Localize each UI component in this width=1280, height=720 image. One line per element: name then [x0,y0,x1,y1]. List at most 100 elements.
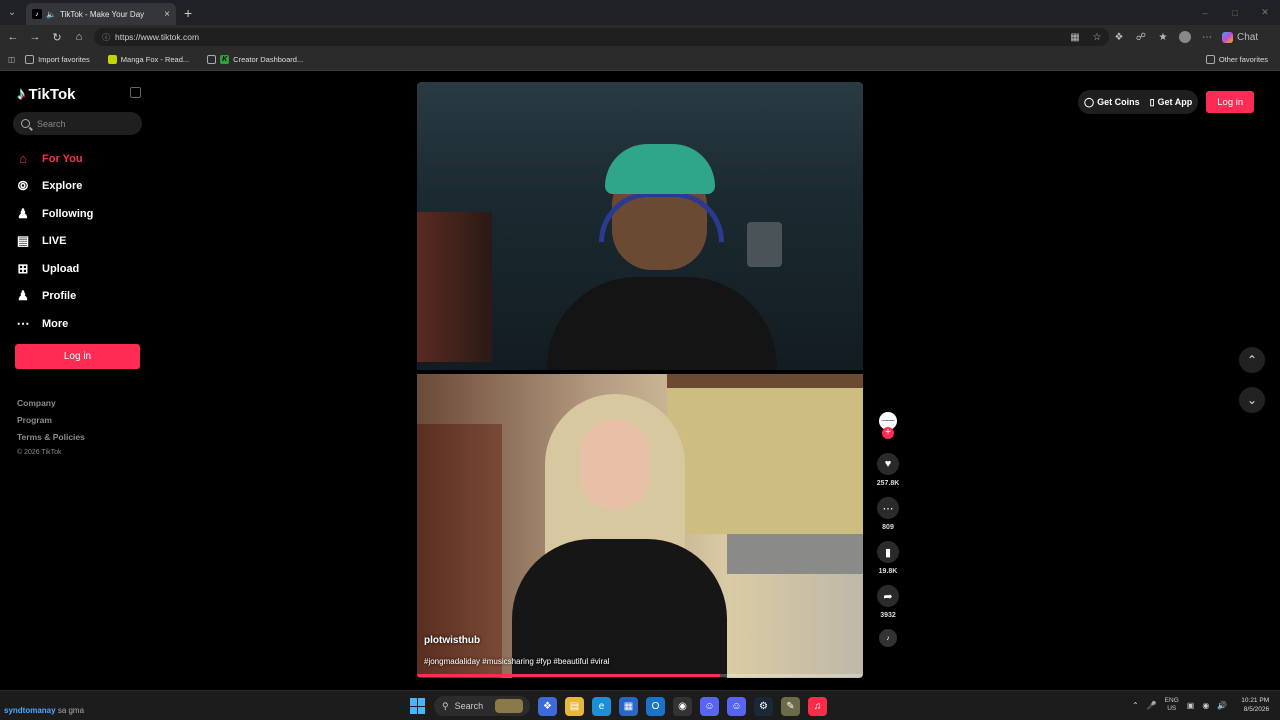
file-explorer-icon[interactable]: ▤ [565,696,584,716]
tiktok-favicon-icon: ♪ [32,9,42,19]
edge-icon[interactable]: e [592,696,611,716]
following-icon: ♟ [17,205,29,221]
sidebar-item-label: Profile [42,290,77,303]
tab-title: TikTok - Make Your Day [59,9,145,19]
sidebar-item-label: For You [42,152,83,165]
browser-essentials-icon[interactable]: ☍ [1130,32,1152,43]
music-icon[interactable]: ♫ [808,696,827,716]
video-player[interactable]: plotwisthub #jongmadaliday #musicsharing… [417,82,863,678]
forward-icon[interactable]: → [24,25,46,49]
sound-disc-icon[interactable]: ♪ [879,629,897,647]
favorite-star-icon[interactable]: ☆ [1086,32,1108,43]
get-coins-button[interactable]: ◯ Get Coins [1084,97,1140,108]
favorites-icon[interactable]: ★ [1152,32,1174,43]
close-window-icon[interactable]: ✕ [1250,0,1280,25]
maximize-icon[interactable]: □ [1220,0,1250,25]
sidebar-item-live[interactable]: ▤ LIVE [15,228,93,256]
clock-time: 10:21 PM [1241,697,1270,704]
volume-icon[interactable]: 🔊 [1217,701,1227,710]
comment-count: 809 [882,524,894,531]
display-icon[interactable]: ▣ [1187,701,1195,710]
browser-toolbar-right: ▦ ☆ ❖ ☍ ★ ⋯ Chat [1064,25,1258,49]
share-action[interactable]: ➦ 3932 [877,585,899,619]
tray-overflow-icon[interactable]: ⌃ [1132,701,1139,710]
video-scene-shape [547,277,777,377]
taskbar-search[interactable]: ⚲ Search [434,696,530,716]
weather-widget[interactable]: syndtomanay sa gma [4,706,84,715]
search-input[interactable]: Search [13,112,142,135]
favorite-import[interactable]: Import favorites [25,55,90,64]
extensions-icon[interactable]: ❖ [1108,32,1130,43]
site-info-icon[interactable]: ⓘ [102,32,110,43]
like-action[interactable]: ♥ 257.8K [876,453,900,487]
discord-icon[interactable]: ☺ [700,696,719,716]
chat-label: Chat [1237,31,1259,43]
header-login-button[interactable]: Log in [1206,91,1255,113]
previous-video-chevron-up-icon[interactable]: ⌃ [1239,347,1265,373]
collapse-sidebar-icon[interactable] [130,87,141,98]
home-icon: ⌂ [19,151,27,167]
video-username[interactable]: plotwisthub [424,635,609,646]
video-hashtags[interactable]: #jongmadaliday #musicsharing #fyp #beaut… [424,657,609,666]
next-video-chevron-down-icon[interactable]: ⌄ [1239,387,1265,413]
browser-tab[interactable]: ♪ 🔈 TikTok - Make Your Day × [26,3,176,25]
microphone-icon[interactable]: 🎤 [1147,701,1157,710]
audio-icon[interactable]: 🔈 [46,10,56,19]
get-coins-label: Get Coins [1097,97,1140,107]
sidebar-item-profile[interactable]: ♟ Profile [15,283,93,311]
outlook-icon[interactable]: O [646,696,665,716]
home-browser-icon[interactable]: ⌂ [68,25,90,49]
sidebar-item-upload[interactable]: ⊞ Upload [15,255,93,283]
chrome-icon[interactable]: ◉ [673,696,692,716]
favorite-label: Creator Dashboard... [233,55,304,64]
manga-fox-icon [107,55,117,64]
language-indicator[interactable]: ENG US [1165,697,1179,713]
sidebar-item-for-you[interactable]: ⌂ For You [15,145,93,173]
tab-search-icon[interactable]: ◫ [8,55,15,64]
copilot-app-icon[interactable]: ❖ [538,696,557,716]
windows-start-icon[interactable] [410,698,426,714]
video-scene-shape [727,534,863,574]
tab-close-icon[interactable]: × [164,9,170,20]
notepad-icon[interactable]: ✎ [781,696,800,716]
comment-action[interactable]: ⋯ 809 [877,497,899,531]
favorite-manga-fox[interactable]: Manga Fox - Read... [107,55,189,64]
network-icon[interactable]: ◉ [1202,701,1209,710]
sidebar-login-button[interactable]: Log in [15,344,140,369]
get-app-button[interactable]: ▯ Get App [1150,97,1193,108]
weather-status: syndtomanay [4,706,56,715]
app-available-icon[interactable]: ▦ [1064,32,1086,43]
reload-icon[interactable]: ↻ [46,25,68,49]
store-icon[interactable]: ▦ [619,696,638,716]
sidebar-item-explore[interactable]: ⦾ Explore [15,173,93,201]
footer-terms-link[interactable]: Terms & Policies [17,429,85,446]
bookmark-icon: ▮ [877,541,899,563]
save-action[interactable]: ▮ 19.8K [877,541,899,575]
minimize-icon[interactable]: – [1190,0,1220,25]
steam-icon[interactable]: ⚙ [754,696,773,716]
video-top-frame [417,82,863,377]
footer-company-link[interactable]: Company [17,395,85,412]
taskbar-search-icon: ⚲ [442,700,449,711]
follow-plus-icon[interactable]: + [882,427,894,439]
sidebar-item-more[interactable]: ⋯ More [15,310,93,338]
profile-avatar[interactable] [1179,31,1191,43]
other-favorites[interactable]: Other favorites [1205,55,1268,64]
video-progress-bar[interactable] [417,674,863,677]
favorite-creator-dashboard[interactable]: K Creator Dashboard... [207,55,303,64]
tab-actions-menu-icon[interactable]: ⌄ [0,0,24,25]
sidebar-item-following[interactable]: ♟ Following [15,200,93,228]
like-count: 257.8K [876,480,900,487]
footer-program-link[interactable]: Program [17,412,85,429]
new-tab-icon[interactable]: + [184,5,192,21]
windows-taskbar: syndtomanay sa gma ⚲ Search ❖ ▤ e ▦ O ◉ … [0,690,1280,720]
back-icon[interactable]: ← [2,25,24,49]
more-icon: ⋯ [16,315,30,331]
settings-more-icon[interactable]: ⋯ [1196,32,1218,43]
tiktok-logo[interactable]: ♪ TikTok [17,84,75,104]
clock[interactable]: 10:21 PM 8/5/2026 [1241,696,1269,714]
copilot-chat-button[interactable]: Chat [1222,31,1259,43]
url-field[interactable]: ⓘ https://www.tiktok.com [94,28,1109,46]
header-pill: ◯ Get Coins ▯ Get App [1078,90,1199,114]
discord-ptb-icon[interactable]: ☺ [727,696,746,716]
